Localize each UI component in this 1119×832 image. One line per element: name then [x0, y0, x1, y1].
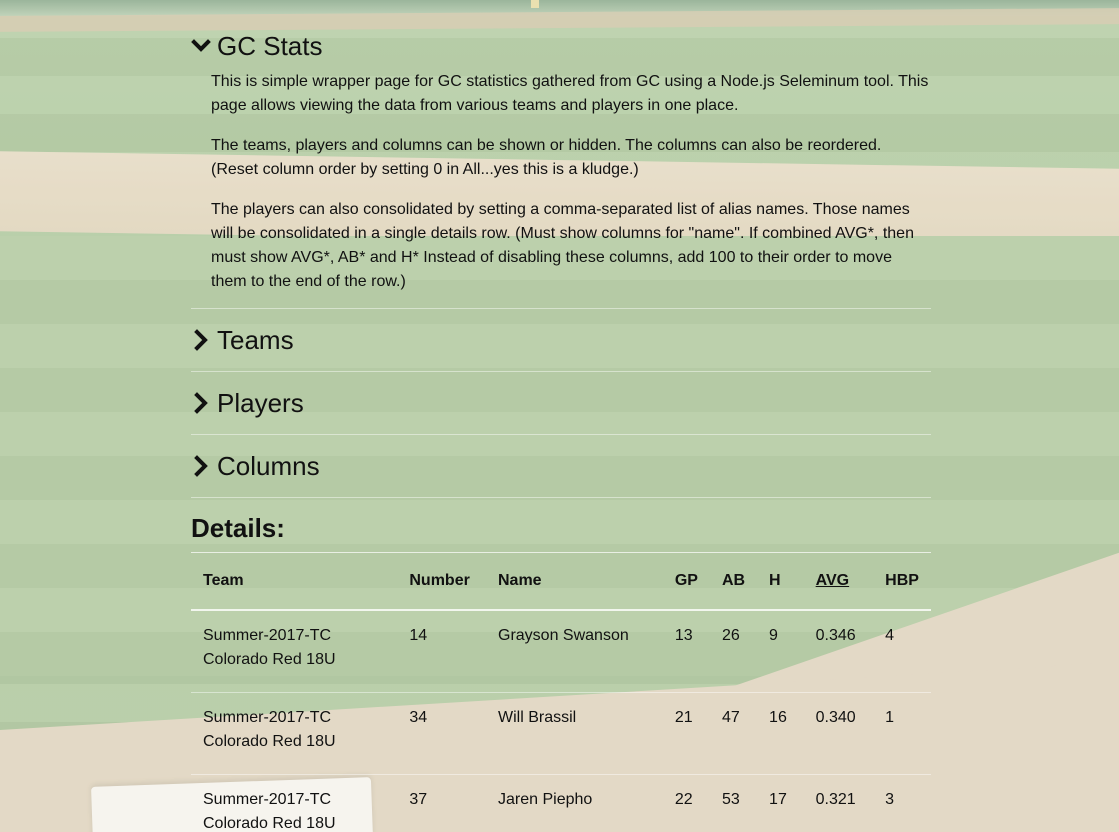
column-header-team[interactable]: Team	[191, 552, 398, 611]
cell-name: Jaren Piepho	[486, 774, 663, 832]
cell-ab: 47	[709, 692, 758, 775]
column-header-gp[interactable]: GP	[662, 552, 710, 611]
cell-h: 16	[757, 692, 804, 775]
cell-team: Summer-2017-TC Colorado Red 18U	[191, 692, 398, 775]
cell-ab: 26	[709, 609, 758, 693]
chevron-right-icon	[191, 329, 211, 351]
table-row: Summer-2017-TC Colorado Red 18U 37 Jaren …	[191, 774, 931, 832]
chevron-right-icon	[191, 455, 211, 477]
gc-stats-toggle[interactable]: GC Stats	[191, 26, 931, 66]
cell-avg: 0.346	[803, 609, 874, 693]
column-header-h[interactable]: H	[757, 552, 804, 611]
players-title: Players	[217, 387, 304, 418]
table-header-row: Team Number Name GP AB H AVG HBP	[191, 552, 931, 611]
cell-name: Will Brassil	[486, 692, 663, 775]
cell-gp: 21	[662, 692, 710, 775]
cell-avg: 0.340	[803, 692, 874, 775]
cell-hbp: 1	[873, 692, 931, 775]
cell-hbp: 3	[873, 774, 931, 832]
details-table: Team Number Name GP AB H AVG HBP Summer-…	[191, 552, 931, 832]
team-season: Summer-2017-TC	[203, 791, 332, 808]
team-season: Summer-2017-TC	[203, 709, 332, 726]
gc-stats-title: GC Stats	[217, 30, 323, 61]
team-name: Colorado Red 18U	[203, 651, 336, 668]
table-row: Summer-2017-TC Colorado Red 18U 34 Will B…	[191, 692, 931, 775]
table-row: Summer-2017-TC Colorado Red 18U 14 Grayso…	[191, 609, 931, 693]
cell-number: 37	[397, 774, 486, 832]
column-header-number[interactable]: Number	[397, 552, 486, 611]
main-content: GC Stats This is simple wrapper page for…	[191, 26, 931, 832]
cell-name: Grayson Swanson	[486, 609, 663, 693]
intro-paragraph: The players can also consolidated by set…	[211, 201, 914, 290]
team-name: Colorado Red 18U	[203, 815, 336, 832]
cell-ab: 53	[709, 774, 758, 832]
cell-h: 9	[757, 609, 804, 693]
column-header-name[interactable]: Name	[486, 552, 663, 611]
column-header-ab[interactable]: AB	[709, 552, 758, 611]
column-header-avg[interactable]: AVG	[803, 552, 874, 611]
cell-h: 17	[757, 774, 804, 832]
details-table-wrapper: Team Number Name GP AB H AVG HBP Summer-…	[191, 552, 931, 832]
details-title: Details:	[191, 497, 931, 552]
cell-gp: 13	[662, 609, 710, 693]
cell-hbp: 4	[873, 609, 931, 693]
teams-toggle[interactable]: Teams	[191, 308, 931, 371]
teams-title: Teams	[217, 324, 294, 355]
chevron-right-icon	[191, 392, 211, 414]
columns-title: Columns	[217, 450, 320, 481]
intro-paragraph: The teams, players and columns can be sh…	[211, 137, 882, 178]
team-season: Summer-2017-TC	[203, 627, 332, 644]
team-name: Colorado Red 18U	[203, 733, 336, 750]
gc-stats-description: This is simple wrapper page for GC stati…	[191, 70, 931, 294]
column-header-hbp[interactable]: HBP	[873, 552, 931, 611]
cell-gp: 22	[662, 774, 710, 832]
intro-paragraph: This is simple wrapper page for GC stati…	[211, 73, 929, 114]
players-toggle[interactable]: Players	[191, 371, 931, 434]
cell-number: 14	[397, 609, 486, 693]
cell-number: 34	[397, 692, 486, 775]
columns-toggle[interactable]: Columns	[191, 434, 931, 497]
chevron-down-icon	[191, 35, 211, 57]
cell-avg: 0.321	[803, 774, 874, 832]
cell-team: Summer-2017-TC Colorado Red 18U	[191, 774, 398, 832]
cell-team: Summer-2017-TC Colorado Red 18U	[191, 609, 398, 693]
